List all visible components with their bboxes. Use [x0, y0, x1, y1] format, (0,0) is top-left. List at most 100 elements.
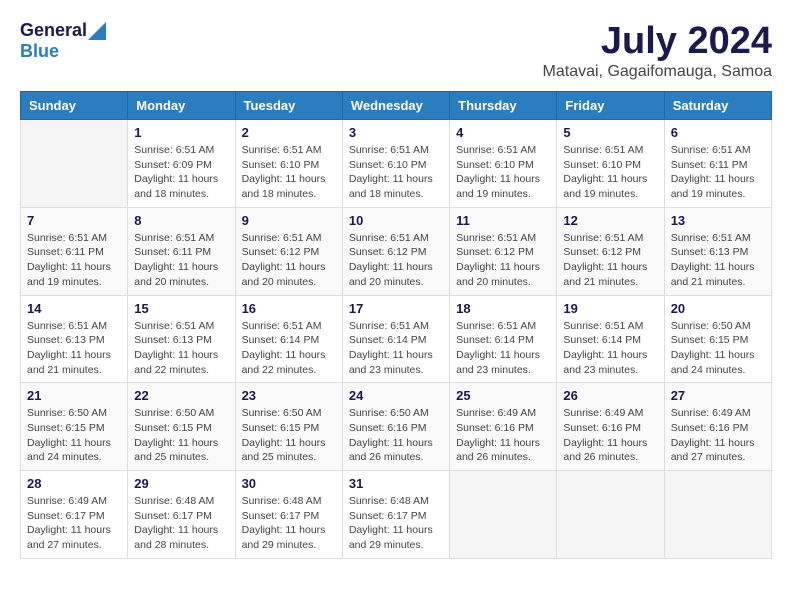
- calendar-cell: 27 Sunrise: 6:49 AMSunset: 6:16 PMDayligh…: [664, 383, 771, 471]
- title-section: July 2024 Matavai, Gagaifomauga, Samoa: [543, 20, 772, 81]
- calendar-week-row: 28 Sunrise: 6:49 AMSunset: 6:17 PMDayligh…: [21, 471, 772, 559]
- calendar-table: SundayMondayTuesdayWednesdayThursdayFrid…: [20, 91, 772, 559]
- day-number: 23: [242, 388, 336, 403]
- calendar-cell: 16Sunrise: 6:51 AMSunset: 6:14 PMDayligh…: [235, 295, 342, 383]
- day-info: Sunrise: 6:51 AMSunset: 6:11 PMDaylight:…: [134, 231, 228, 290]
- calendar-cell: 19Sunrise: 6:51 AMSunset: 6:14 PMDayligh…: [557, 295, 664, 383]
- calendar-header-monday: Monday: [128, 92, 235, 120]
- day-number: 4: [456, 125, 550, 140]
- calendar-header-sunday: Sunday: [21, 92, 128, 120]
- day-number: 21: [27, 388, 121, 403]
- calendar-header-tuesday: Tuesday: [235, 92, 342, 120]
- day-info: Sunrise: 6:51 AMSunset: 6:10 PMDaylight:…: [563, 143, 657, 202]
- calendar-cell: 26 Sunrise: 6:49 AMSunset: 6:16 PMDayligh…: [557, 383, 664, 471]
- calendar-cell: 14 Sunrise: 6:51 AMSunset: 6:13 PMDayligh…: [21, 295, 128, 383]
- day-number: 18: [456, 301, 550, 316]
- calendar-cell: 12 Sunrise: 6:51 AMSunset: 6:12 PMDayligh…: [557, 207, 664, 295]
- day-info: Sunrise: 6:49 AMSunset: 6:17 PMDaylight:…: [27, 494, 121, 553]
- day-number: 7: [27, 213, 121, 228]
- day-info: Sunrise: 6:49 AMSunset: 6:16 PMDaylight:…: [563, 406, 657, 465]
- day-number: 2: [242, 125, 336, 140]
- calendar-cell: 13Sunrise: 6:51 AMSunset: 6:13 PMDayligh…: [664, 207, 771, 295]
- calendar-cell: 5 Sunrise: 6:51 AMSunset: 6:10 PMDaylight…: [557, 120, 664, 208]
- day-info: Sunrise: 6:50 AMSunset: 6:15 PMDaylight:…: [671, 319, 765, 378]
- day-info: Sunrise: 6:48 AMSunset: 6:17 PMDaylight:…: [242, 494, 336, 553]
- calendar-cell: 30Sunrise: 6:48 AMSunset: 6:17 PMDayligh…: [235, 471, 342, 559]
- day-number: 31: [349, 476, 443, 491]
- day-number: 5: [563, 125, 657, 140]
- day-info: Sunrise: 6:51 AMSunset: 6:10 PMDaylight:…: [242, 143, 336, 202]
- calendar-cell: 6Sunrise: 6:51 AMSunset: 6:11 PMDaylight…: [664, 120, 771, 208]
- day-info: Sunrise: 6:51 AMSunset: 6:11 PMDaylight:…: [27, 231, 121, 290]
- calendar-week-row: 21 Sunrise: 6:50 AMSunset: 6:15 PMDayligh…: [21, 383, 772, 471]
- calendar-cell: 3 Sunrise: 6:51 AMSunset: 6:10 PMDaylight…: [342, 120, 449, 208]
- day-info: Sunrise: 6:51 AMSunset: 6:12 PMDaylight:…: [563, 231, 657, 290]
- day-number: 14: [27, 301, 121, 316]
- day-info: Sunrise: 6:49 AMSunset: 6:16 PMDaylight:…: [671, 406, 765, 465]
- day-info: Sunrise: 6:48 AMSunset: 6:17 PMDaylight:…: [349, 494, 443, 553]
- day-number: 29: [134, 476, 228, 491]
- day-info: Sunrise: 6:49 AMSunset: 6:16 PMDaylight:…: [456, 406, 550, 465]
- calendar-header-row: SundayMondayTuesdayWednesdayThursdayFrid…: [21, 92, 772, 120]
- calendar-cell: 20 Sunrise: 6:50 AMSunset: 6:15 PMDayligh…: [664, 295, 771, 383]
- day-number: 25: [456, 388, 550, 403]
- calendar-cell: 15 Sunrise: 6:51 AMSunset: 6:13 PMDayligh…: [128, 295, 235, 383]
- calendar-cell: [664, 471, 771, 559]
- calendar-cell: 21 Sunrise: 6:50 AMSunset: 6:15 PMDayligh…: [21, 383, 128, 471]
- calendar-cell: 31 Sunrise: 6:48 AMSunset: 6:17 PMDayligh…: [342, 471, 449, 559]
- calendar-cell: 22 Sunrise: 6:50 AMSunset: 6:15 PMDayligh…: [128, 383, 235, 471]
- calendar-cell: 1 Sunrise: 6:51 AMSunset: 6:09 PMDaylight…: [128, 120, 235, 208]
- calendar-cell: 29 Sunrise: 6:48 AMSunset: 6:17 PMDayligh…: [128, 471, 235, 559]
- day-info: Sunrise: 6:51 AMSunset: 6:14 PMDaylight:…: [242, 319, 336, 378]
- calendar-header-saturday: Saturday: [664, 92, 771, 120]
- day-number: 1: [134, 125, 228, 140]
- calendar-cell: [21, 120, 128, 208]
- calendar-cell: 18Sunrise: 6:51 AMSunset: 6:14 PMDayligh…: [450, 295, 557, 383]
- calendar-cell: 7 Sunrise: 6:51 AMSunset: 6:11 PMDaylight…: [21, 207, 128, 295]
- calendar-cell: 2 Sunrise: 6:51 AMSunset: 6:10 PMDaylight…: [235, 120, 342, 208]
- calendar-header-wednesday: Wednesday: [342, 92, 449, 120]
- day-number: 27: [671, 388, 765, 403]
- day-number: 17: [349, 301, 443, 316]
- calendar-header-thursday: Thursday: [450, 92, 557, 120]
- main-title: July 2024: [543, 20, 772, 63]
- day-info: Sunrise: 6:48 AMSunset: 6:17 PMDaylight:…: [134, 494, 228, 553]
- day-info: Sunrise: 6:51 AMSunset: 6:14 PMDaylight:…: [563, 319, 657, 378]
- logo-blue-text: Blue: [20, 41, 59, 62]
- day-info: Sunrise: 6:50 AMSunset: 6:15 PMDaylight:…: [134, 406, 228, 465]
- day-info: Sunrise: 6:50 AMSunset: 6:16 PMDaylight:…: [349, 406, 443, 465]
- day-info: Sunrise: 6:51 AMSunset: 6:12 PMDaylight:…: [349, 231, 443, 290]
- calendar-week-row: 7 Sunrise: 6:51 AMSunset: 6:11 PMDaylight…: [21, 207, 772, 295]
- day-info: Sunrise: 6:51 AMSunset: 6:10 PMDaylight:…: [349, 143, 443, 202]
- logo-general-text: General: [20, 20, 87, 41]
- day-number: 22: [134, 388, 228, 403]
- calendar-header-friday: Friday: [557, 92, 664, 120]
- day-number: 11: [456, 213, 550, 228]
- day-info: Sunrise: 6:51 AMSunset: 6:13 PMDaylight:…: [134, 319, 228, 378]
- calendar-cell: 23 Sunrise: 6:50 AMSunset: 6:15 PMDayligh…: [235, 383, 342, 471]
- logo-icon: [88, 22, 106, 40]
- day-info: Sunrise: 6:51 AMSunset: 6:12 PMDaylight:…: [242, 231, 336, 290]
- day-number: 3: [349, 125, 443, 140]
- page-header: General Blue July 2024 Matavai, Gagaifom…: [20, 20, 772, 81]
- day-number: 28: [27, 476, 121, 491]
- day-info: Sunrise: 6:50 AMSunset: 6:15 PMDaylight:…: [242, 406, 336, 465]
- day-number: 24: [349, 388, 443, 403]
- day-info: Sunrise: 6:51 AMSunset: 6:09 PMDaylight:…: [134, 143, 228, 202]
- calendar-cell: 17Sunrise: 6:51 AMSunset: 6:14 PMDayligh…: [342, 295, 449, 383]
- calendar-week-row: 1 Sunrise: 6:51 AMSunset: 6:09 PMDaylight…: [21, 120, 772, 208]
- day-number: 6: [671, 125, 765, 140]
- day-number: 15: [134, 301, 228, 316]
- day-number: 20: [671, 301, 765, 316]
- day-number: 12: [563, 213, 657, 228]
- day-info: Sunrise: 6:51 AMSunset: 6:12 PMDaylight:…: [456, 231, 550, 290]
- calendar-cell: 8Sunrise: 6:51 AMSunset: 6:11 PMDaylight…: [128, 207, 235, 295]
- day-info: Sunrise: 6:50 AMSunset: 6:15 PMDaylight:…: [27, 406, 121, 465]
- day-info: Sunrise: 6:51 AMSunset: 6:13 PMDaylight:…: [27, 319, 121, 378]
- day-number: 26: [563, 388, 657, 403]
- calendar-cell: 9Sunrise: 6:51 AMSunset: 6:12 PMDaylight…: [235, 207, 342, 295]
- calendar-cell: 4Sunrise: 6:51 AMSunset: 6:10 PMDaylight…: [450, 120, 557, 208]
- day-number: 13: [671, 213, 765, 228]
- logo: General Blue: [20, 20, 107, 62]
- day-number: 10: [349, 213, 443, 228]
